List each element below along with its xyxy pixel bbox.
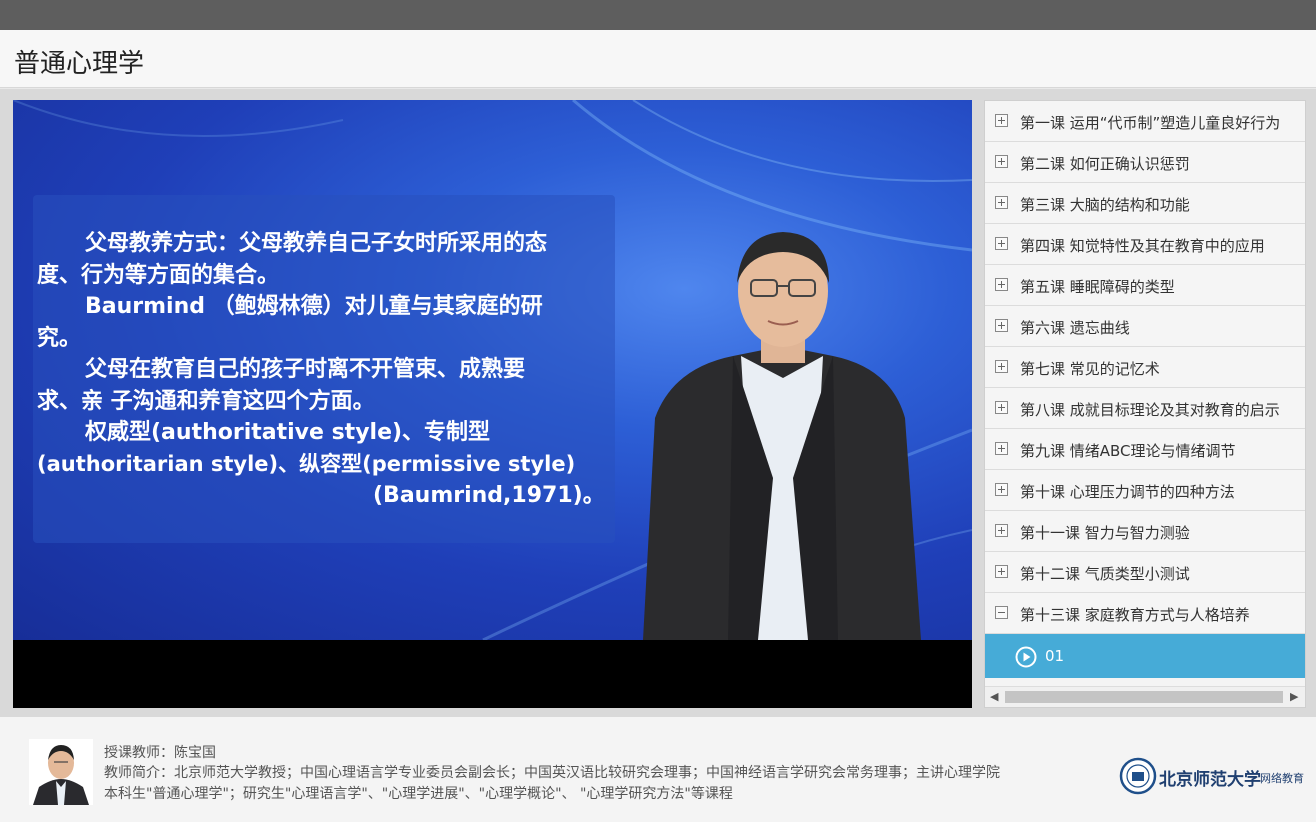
scroll-right-arrow-icon[interactable]: ▶ [1290,690,1298,703]
slide-line: (Baumrind,1971)。 [373,483,605,508]
page-title: 普通心理学 [14,49,145,79]
logo-text: 北京师范大学 [1159,770,1261,790]
expand-plus-icon[interactable] [995,319,1008,332]
slide-line: 父母教养方式：父母教养自己子女时所采用的态 [85,231,548,256]
presenter-figure [643,232,921,640]
expand-plus-icon[interactable] [995,401,1008,414]
slide-line: 权威型(authoritative style)、专制型 [85,420,491,445]
lesson-item[interactable]: 第六课 遗忘曲线 [985,306,1305,347]
lesson-item[interactable]: 第十课 心理压力调节的四种方法 [985,470,1305,511]
footer: 授课教师：陈宝国 教师简介：北京师范大学教授；中国心理语言学专业委员会副会长；中… [0,717,1316,822]
slide-line: Baurmind （鲍姆林德）对儿童与其家庭的研 [85,294,543,319]
slide-line: 究。 [37,325,82,351]
top-bar [0,0,1316,30]
expand-plus-icon[interactable] [995,237,1008,250]
slide-line: 求、亲 子沟通和养育这四个方面。 [37,388,375,414]
play-circle-icon [1015,646,1037,668]
lesson-label: 第十课 心理压力调节的四种方法 [1020,483,1235,501]
teacher-avatar [29,739,93,805]
expand-plus-icon[interactable] [995,483,1008,496]
expand-plus-icon[interactable] [995,155,1008,168]
lesson-item[interactable]: 第十一课 智力与智力测验 [985,511,1305,552]
expand-plus-icon[interactable] [995,196,1008,209]
lesson-label: 第六课 遗忘曲线 [1020,319,1130,337]
expand-plus-icon[interactable] [995,278,1008,291]
lesson-item[interactable]: 第十二课 气质类型小测试 [985,552,1305,593]
lesson-label: 第八课 成就目标理论及其对教育的启示 [1020,401,1280,419]
expand-plus-icon[interactable] [995,360,1008,373]
lesson-item[interactable]: 第三课 大脑的结构和功能 [985,183,1305,224]
lesson-item[interactable]: 第一课 运用“代币制”塑造儿童良好行为 [985,101,1305,142]
lesson-label: 第五课 睡眠障碍的类型 [1020,278,1175,296]
expand-plus-icon[interactable] [995,114,1008,127]
expand-plus-icon[interactable] [995,442,1008,455]
lesson-subitem-active[interactable]: 01 [985,634,1305,678]
lesson-label: 第七课 常见的记忆术 [1020,360,1160,378]
subitem-label: 01 [1045,647,1065,665]
teacher-name: 授课教师：陈宝国 [104,745,216,761]
scroll-left-arrow-icon[interactable]: ◀ [990,690,998,703]
main-area: 父母教养方式：父母教养自己子女时所采用的态 度、行为等方面的集合。 Baurmi… [0,89,1316,717]
lesson-label: 第二课 如何正确认识惩罚 [1020,155,1190,173]
lesson-label: 第三课 大脑的结构和功能 [1020,196,1190,214]
lesson-label: 第十一课 智力与智力测验 [1020,524,1190,542]
header: 普通心理学 [0,30,1316,88]
slide-line: 度、行为等方面的集合。 [37,262,280,288]
lesson-item-expanded[interactable]: 第十三课 家庭教育方式与人格培养 [985,593,1305,634]
video-player[interactable]: 父母教养方式：父母教养自己子女时所采用的态 度、行为等方面的集合。 Baurmi… [13,100,972,708]
expand-plus-icon[interactable] [995,565,1008,578]
scrollbar-thumb[interactable] [1005,691,1283,703]
lesson-label: 第四课 知觉特性及其在教育中的应用 [1020,237,1265,255]
slide-line: 父母在教育自己的孩子时离不开管束、成熟要 [85,357,526,382]
university-logo: 北京师范大学 网络教育 [1119,756,1304,800]
lesson-item[interactable]: 第七课 常见的记忆术 [985,347,1305,388]
lesson-list: 第一课 运用“代币制”塑造儿童良好行为 第二课 如何正确认识惩罚 第三课 大脑的… [984,100,1306,708]
slide-text: 父母教养方式：父母教养自己子女时所采用的态 度、行为等方面的集合。 Baurmi… [37,228,617,512]
lesson-item[interactable]: 第五课 睡眠障碍的类型 [985,265,1305,306]
lesson-label: 第十三课 家庭教育方式与人格培养 [1020,606,1250,624]
logo-subtext: 网络教育 [1260,772,1304,785]
horizontal-scrollbar[interactable]: ◀ ▶ [985,686,1305,707]
lesson-label: 第十二课 气质类型小测试 [1020,565,1190,583]
lesson-item[interactable]: 第九课 情绪ABC理论与情绪调节 [985,429,1305,470]
lesson-item[interactable]: 第二课 如何正确认识惩罚 [985,142,1305,183]
slide-line: (authoritarian style)、纵容型(permissive sty… [37,451,576,476]
collapse-minus-icon[interactable] [995,606,1008,619]
teacher-intro: 教师简介：北京师范大学教授；中国心理语言学专业委员会副会长；中国英汉语比较研究会… [104,765,1000,802]
video-frame[interactable]: 父母教养方式：父母教养自己子女时所采用的态 度、行为等方面的集合。 Baurmi… [13,100,972,640]
expand-plus-icon[interactable] [995,524,1008,537]
lesson-label: 第九课 情绪ABC理论与情绪调节 [1020,442,1236,460]
lesson-label: 第一课 运用“代币制”塑造儿童良好行为 [1020,114,1281,132]
lesson-item[interactable]: 第四课 知觉特性及其在教育中的应用 [985,224,1305,265]
lesson-item[interactable]: 第八课 成就目标理论及其对教育的启示 [985,388,1305,429]
player-controls-area[interactable] [13,640,972,708]
